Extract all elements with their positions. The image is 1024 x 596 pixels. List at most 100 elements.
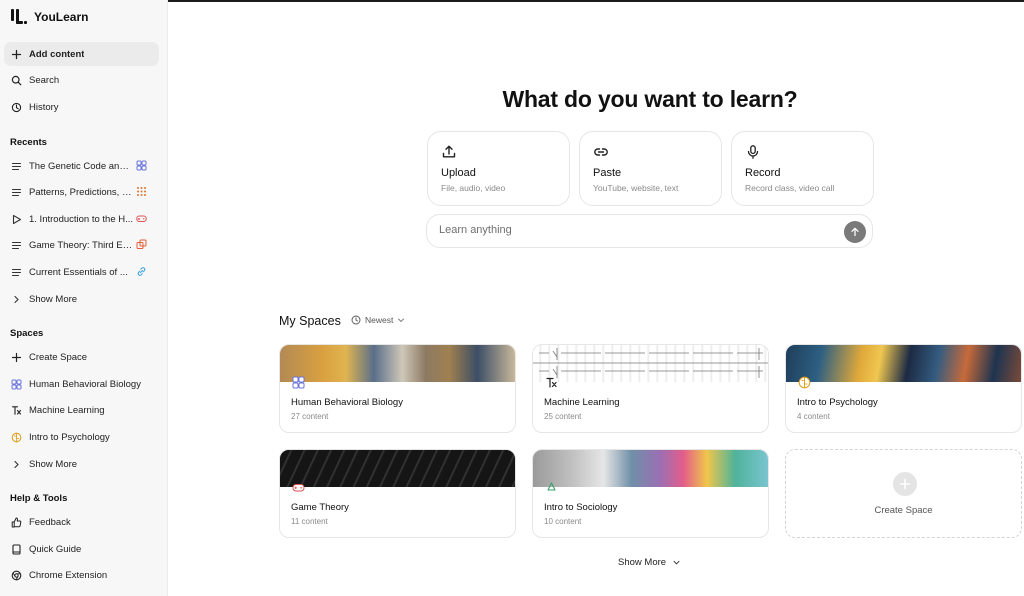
spaces-show-more[interactable]: Show More — [4, 452, 159, 476]
document-icon — [11, 187, 22, 198]
recent-item-label: 1. Introduction to the H... — [29, 213, 134, 225]
history-button[interactable]: History — [4, 95, 159, 119]
link-icon — [136, 266, 147, 277]
submit-button[interactable] — [844, 221, 866, 243]
document-icon — [11, 267, 22, 278]
sidebar: YouLearn Add content Search History Rece… — [0, 0, 168, 596]
sort-label: Newest — [365, 315, 394, 325]
space-banner-image — [280, 345, 515, 382]
ring-icon — [136, 160, 147, 171]
quick-guide-button[interactable]: Quick Guide — [4, 537, 159, 561]
space-card[interactable]: Machine Learning 25 content — [532, 344, 769, 433]
logo[interactable]: YouLearn — [10, 8, 88, 26]
help-tools-heading: Help & Tools — [10, 493, 68, 504]
create-space-label: Create Space — [29, 351, 88, 363]
space-item-label: Intro to Psychology — [29, 431, 110, 443]
space-count: 11 content — [291, 517, 328, 526]
record-button[interactable]: Record Record class, video call — [731, 131, 874, 206]
space-card[interactable]: Intro to Sociology 10 content — [532, 449, 769, 538]
recent-item-label: The Genetic Code and ... — [29, 160, 134, 172]
space-card[interactable]: Game Theory 11 content — [279, 449, 516, 538]
create-space-card[interactable]: Create Space — [785, 449, 1022, 538]
chevron-right-icon — [11, 294, 22, 305]
formula-icon — [11, 405, 22, 416]
create-space-button[interactable]: Create Space — [4, 345, 159, 369]
space-banner-image — [533, 345, 768, 382]
spaces-show-more-button[interactable]: Show More — [618, 557, 681, 568]
upload-button[interactable]: Upload File, audio, video — [427, 131, 570, 206]
youlearn-logo-icon — [10, 8, 28, 26]
feedback-button[interactable]: Feedback — [4, 510, 159, 534]
ring-icon — [292, 376, 305, 389]
space-name: Machine Learning — [544, 397, 620, 408]
history-label: History — [29, 101, 59, 113]
paste-title: Paste — [593, 167, 622, 179]
recents-show-more[interactable]: Show More — [4, 287, 159, 311]
show-more-label: Show More — [618, 557, 667, 568]
space-name: Intro to Psychology — [797, 397, 878, 408]
upload-subtitle: File, audio, video — [441, 183, 506, 193]
people-icon — [545, 481, 558, 494]
space-banner-image — [280, 450, 515, 487]
search-button[interactable]: Search — [4, 68, 159, 92]
create-space-label: Create Space — [874, 505, 933, 516]
learn-anything-input[interactable] — [439, 224, 829, 236]
record-title: Record — [745, 167, 781, 179]
space-name: Human Behavioral Biology — [291, 397, 403, 408]
chrome-icon — [11, 570, 22, 581]
formula-icon — [545, 376, 558, 389]
sidebar-space-item[interactable]: Machine Learning — [4, 398, 159, 422]
chevron-down-icon — [398, 318, 405, 323]
brain-icon — [11, 432, 22, 443]
space-item-label: Human Behavioral Biology — [29, 378, 141, 390]
my-spaces-heading: My Spaces — [279, 314, 341, 328]
recent-item-label: Current Essentials of ... — [29, 266, 128, 278]
sort-dropdown[interactable]: Newest — [351, 315, 405, 325]
grid-icon — [136, 186, 147, 197]
space-card[interactable]: Human Behavioral Biology 27 content — [279, 344, 516, 433]
add-content-button[interactable]: Add content — [4, 42, 159, 66]
ring-icon — [11, 379, 22, 390]
arrow-up-icon — [851, 227, 859, 237]
book-icon — [11, 543, 22, 555]
app-name: YouLearn — [34, 10, 89, 24]
record-subtitle: Record class, video call — [745, 183, 835, 193]
space-count: 25 content — [544, 412, 582, 421]
window-top-edge — [168, 0, 1024, 2]
space-card[interactable]: Intro to Psychology 4 content — [785, 344, 1022, 433]
space-item-label: Machine Learning — [29, 404, 105, 416]
play-icon — [11, 214, 22, 225]
feedback-label: Feedback — [29, 516, 71, 528]
recent-item[interactable]: Game Theory: Third Edi... — [4, 233, 159, 257]
space-count: 4 content — [797, 412, 830, 421]
recents-heading: Recents — [10, 137, 47, 148]
thumbs-up-icon — [11, 517, 22, 528]
recent-item[interactable]: Patterns, Predictions, a... — [4, 180, 159, 204]
space-name: Intro to Sociology — [544, 502, 618, 513]
recent-item-label: Game Theory: Third Edi... — [29, 239, 134, 251]
add-content-label: Add content — [29, 48, 85, 60]
chrome-extension-label: Chrome Extension — [29, 569, 108, 581]
chevron-down-icon — [673, 560, 680, 565]
paste-button[interactable]: Paste YouTube, website, text — [579, 131, 722, 206]
space-count: 10 content — [544, 517, 582, 526]
chevron-right-icon — [11, 459, 22, 470]
document-icon — [11, 240, 22, 251]
recent-item[interactable]: The Genetic Code and ... — [4, 154, 159, 178]
show-more-label: Show More — [29, 293, 78, 305]
recent-item[interactable]: Current Essentials of ... — [4, 260, 159, 284]
space-banner-image — [533, 450, 768, 487]
copy-icon — [136, 239, 147, 250]
recent-item-label: Patterns, Predictions, a... — [29, 186, 134, 198]
recent-item[interactable]: 1. Introduction to the H... — [4, 207, 159, 231]
show-more-label: Show More — [29, 458, 78, 470]
sidebar-space-item[interactable]: Intro to Psychology — [4, 425, 159, 449]
chrome-extension-button[interactable]: Chrome Extension — [4, 563, 159, 587]
plus-icon — [893, 472, 917, 496]
quick-guide-label: Quick Guide — [29, 543, 82, 555]
microphone-icon — [745, 144, 761, 160]
brain-icon — [798, 376, 811, 389]
space-banner-image — [786, 345, 1021, 382]
plus-icon — [11, 352, 22, 363]
sidebar-space-item[interactable]: Human Behavioral Biology — [4, 372, 159, 396]
